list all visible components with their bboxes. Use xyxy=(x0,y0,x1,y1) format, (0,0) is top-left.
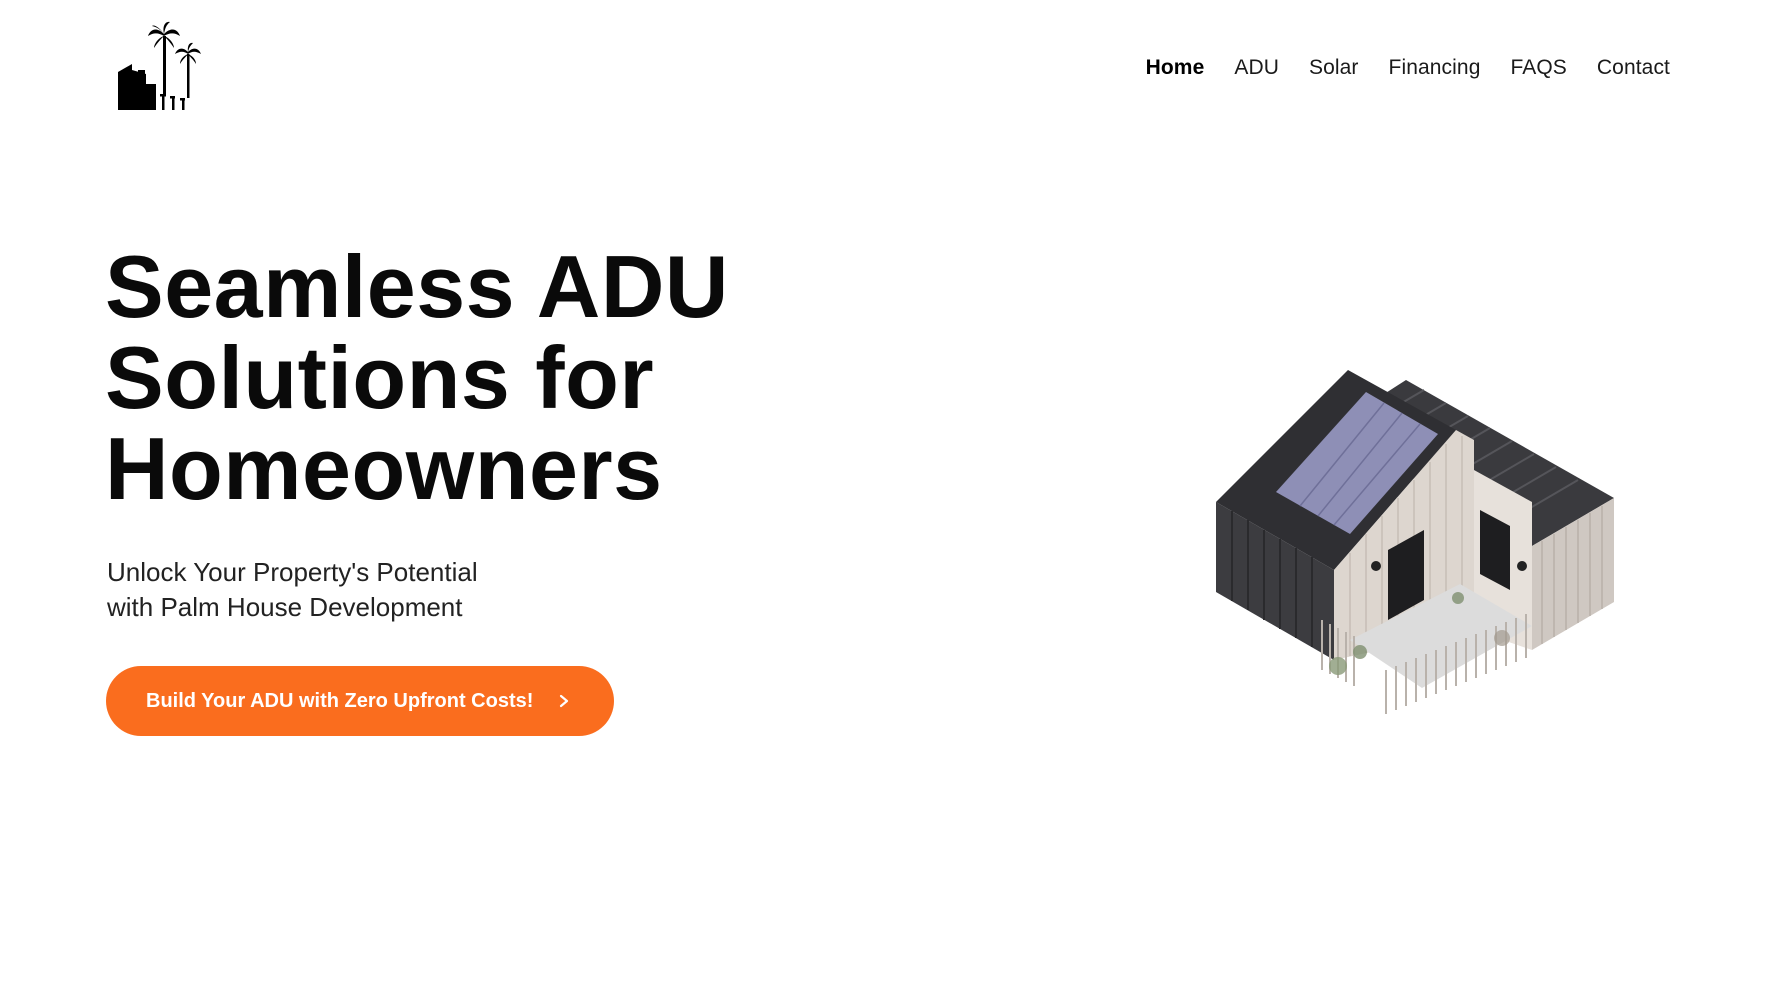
hero-subtitle: Unlock Your Property's Potential with Pa… xyxy=(107,555,667,625)
hero-title-line: Homeowners xyxy=(105,419,663,518)
nav-item-adu[interactable]: ADU xyxy=(1234,52,1279,84)
hero-title: Seamless ADU Solutions for Homeowners xyxy=(105,241,865,514)
main-nav: Home ADU Solar Financing FAQS Contact xyxy=(1146,52,1670,84)
chevron-right-icon xyxy=(560,694,569,708)
build-adu-cta-button[interactable]: Build Your ADU with Zero Upfront Costs! xyxy=(106,666,614,736)
nav-item-contact[interactable]: Contact xyxy=(1597,52,1670,84)
hero-title-line: Seamless ADU xyxy=(105,237,729,336)
hero-title-line: Solutions for xyxy=(105,328,655,427)
hero-subtitle-line: with Palm House Development xyxy=(107,592,463,622)
hero-subtitle-line: Unlock Your Property's Potential xyxy=(107,557,478,587)
cta-label: Build Your ADU with Zero Upfront Costs! xyxy=(146,689,534,712)
landing-page: Home ADU Solar Financing FAQS Contact Se… xyxy=(0,0,1765,1008)
adu-house-illustration xyxy=(1216,370,1614,714)
nav-item-home[interactable]: Home xyxy=(1146,52,1205,84)
palm-house-logo-icon[interactable] xyxy=(116,20,202,116)
nav-item-solar[interactable]: Solar xyxy=(1309,52,1359,84)
nav-item-faqs[interactable]: FAQS xyxy=(1511,52,1567,84)
nav-item-financing[interactable]: Financing xyxy=(1389,52,1481,84)
